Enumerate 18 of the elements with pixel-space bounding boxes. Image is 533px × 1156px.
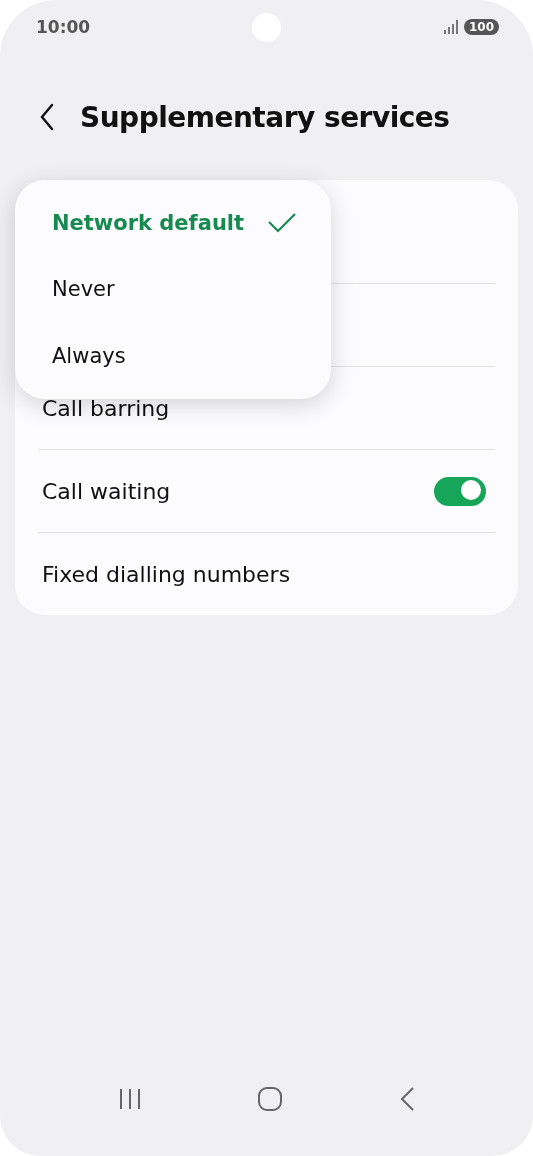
back-nav-button[interactable] [399,1086,416,1112]
status-time: 10:00 [36,17,91,37]
setting-label: Call barring [42,395,170,421]
menu-option[interactable]: Always [15,322,331,389]
settings-row[interactable]: Fixed dialling numbers [38,532,495,615]
settings-row[interactable]: Call waiting [38,449,495,532]
menu-option[interactable]: Never [15,256,331,323]
signal-icon [443,20,458,34]
recent-apps-button[interactable] [117,1088,142,1110]
page-title: Supplementary services [80,100,450,134]
menu-option[interactable]: Network default [15,190,331,257]
setting-label: Fixed dialling numbers [42,561,291,587]
home-button[interactable] [257,1086,284,1112]
setting-label: Call waiting [42,478,171,504]
toggle-switch[interactable] [434,476,486,506]
back-button[interactable] [40,103,54,131]
battery-level: 100 [463,19,499,35]
checkmark-icon [267,212,297,235]
